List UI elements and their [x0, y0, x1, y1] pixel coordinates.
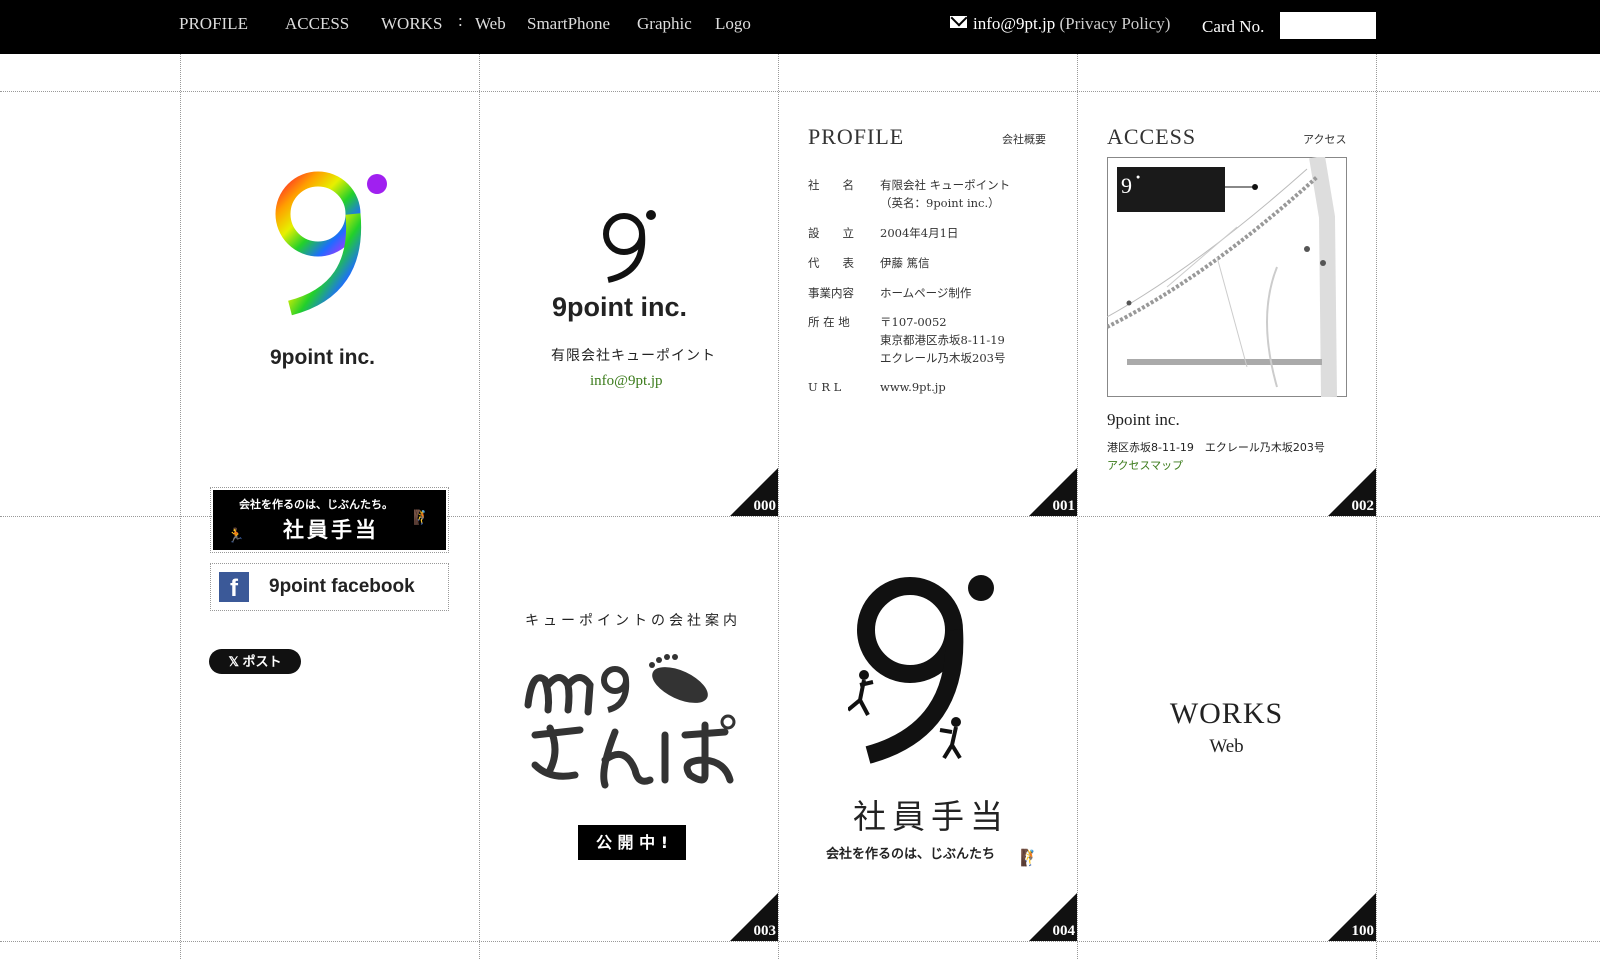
facebook-icon: f — [219, 572, 249, 602]
large-9-logo-icon — [848, 575, 994, 764]
top-navigation-bar: PROFILE ACCESS WORKS : Web SmartPhone Gr… — [0, 0, 1600, 54]
profile-row-label: 代 表 — [808, 256, 854, 270]
nav-web-link[interactable]: Web — [475, 14, 506, 34]
nav-smartphone-link[interactable]: SmartPhone — [527, 14, 610, 34]
profile-row-value: ホームページ制作 — [880, 286, 972, 300]
profile-row-label: 所 在 地 — [808, 315, 850, 329]
nav-logo-link[interactable]: Logo — [715, 14, 751, 34]
card-002-title: ACCESS — [1107, 124, 1197, 149]
card-002-address: 港区赤坂8-11-19 エクレール乃木坂203号 — [1107, 441, 1325, 454]
contact-email: info@9pt.jp (Privacy Policy) — [950, 14, 1170, 34]
card-number-label: Card No. — [1202, 17, 1265, 36]
profile-row-value: 東京都港区赤坂8-11-19 — [880, 333, 1005, 347]
nav-profile-link[interactable]: PROFILE — [179, 14, 248, 34]
nav-access-link[interactable]: ACCESS — [285, 14, 349, 34]
profile-row-label: U R L — [808, 380, 842, 394]
map-logo-icon: 9 — [1121, 173, 1132, 198]
x-post-button[interactable]: 𝕏 ポスト — [209, 649, 301, 674]
card-002-number-tab: 002 — [1328, 468, 1376, 516]
my-sanpo-logo-icon — [524, 654, 736, 789]
card-002-subtitle: アクセス — [1303, 133, 1347, 146]
x-post-label: ポスト — [242, 655, 282, 670]
facebook-banner[interactable]: f 9point facebook — [210, 563, 449, 611]
grid-line — [0, 941, 1600, 942]
grid-line — [1077, 54, 1078, 959]
nav-works-link[interactable]: WORKS — [381, 14, 442, 34]
card-003-badge: 公 開 中 ! — [578, 825, 686, 860]
shain-teate-banner[interactable]: 会社を作るのは、じぶんたち。 社員手当 🏃 🧗 — [210, 487, 449, 553]
facebook-banner-label: 9point facebook — [269, 576, 415, 597]
profile-row-value: エクレール乃木坂203号 — [880, 351, 1006, 365]
nav-graphic-link[interactable]: Graphic — [637, 14, 692, 34]
x-logo-icon: 𝕏 — [228, 654, 243, 669]
profile-row-value: 伊藤 篤信 — [880, 256, 930, 270]
card-001-number-tab: 001 — [1029, 468, 1077, 516]
card-003-tagline: キューポイントの会社案内 — [525, 613, 741, 629]
banner-title: 社員手当 — [283, 518, 379, 542]
card-100-number-tab: 100 — [1328, 893, 1376, 941]
profile-row-label: 社 名 — [808, 178, 854, 192]
profile-row-value: （英名：9point inc.） — [880, 196, 1000, 210]
grid-line — [1376, 54, 1377, 959]
card-000-number-tab: 000 — [730, 468, 778, 516]
mail-icon — [950, 16, 967, 28]
card-004-title: 社員手当 — [853, 797, 1009, 836]
sidebar-logo-text: 9point inc. — [270, 346, 375, 369]
profile-row-value: 2004年4月1日 — [880, 226, 959, 240]
card-100-subtitle: Web — [1209, 736, 1244, 757]
black-9-logo-icon — [603, 210, 656, 283]
climber-figure-icon: 🏃 — [227, 529, 245, 544]
card-003-number-tab: 003 — [730, 893, 778, 941]
banner-tagline: 会社を作るのは、じぶんたち。 — [239, 498, 393, 511]
card-100-title: WORKS — [1169, 697, 1284, 730]
card-001-title: PROFILE — [808, 124, 905, 149]
privacy-policy-link[interactable]: (Privacy Policy) — [1060, 14, 1171, 33]
card-003-number: 003 — [753, 923, 777, 939]
map-logo-dot-icon: ● — [1136, 173, 1141, 181]
grid-line — [778, 54, 779, 959]
card-002-map-link[interactable]: アクセスマップ — [1107, 457, 1183, 473]
card-002-company: 9point inc. — [1107, 410, 1180, 429]
card-002-number: 002 — [1351, 498, 1375, 514]
email-link[interactable]: info@9pt.jp — [973, 14, 1055, 33]
nav-separator: : — [458, 11, 463, 30]
climber-figure-icon: 🧗 — [413, 511, 431, 526]
card-000-logo-text: 9point inc. — [552, 292, 687, 322]
profile-row-label: 設 立 — [808, 226, 854, 240]
grid-line — [479, 54, 480, 959]
rainbow-9-logo-icon[interactable] — [270, 170, 400, 320]
card-004-number-tab: 004 — [1029, 893, 1077, 941]
grid-line — [0, 91, 1600, 92]
card-004-number: 004 — [1052, 923, 1076, 939]
card-004-tagline: 会社を作るのは、じぶんたち — [826, 847, 996, 862]
climber-figure-icon: 🧗 — [1020, 850, 1040, 867]
profile-row-value: 有限会社 キューポイント — [880, 178, 1011, 192]
card-001-number: 001 — [1052, 498, 1076, 514]
profile-row-label: 事業内容 — [808, 286, 854, 300]
access-map[interactable] — [1107, 157, 1347, 397]
grid-line — [180, 54, 181, 959]
card-000-company-jp: 有限会社キューポイント — [551, 348, 716, 364]
profile-row-value: 〒107-0052 — [880, 315, 947, 329]
card-number-input[interactable] — [1280, 12, 1376, 39]
card-001-subtitle: 会社概要 — [1002, 133, 1046, 146]
profile-row-value: www.9pt.jp — [880, 380, 946, 394]
card-100-number: 100 — [1351, 923, 1375, 939]
card-000-number: 000 — [753, 498, 777, 514]
card-000-email-link[interactable]: info@9pt.jp — [590, 373, 663, 390]
